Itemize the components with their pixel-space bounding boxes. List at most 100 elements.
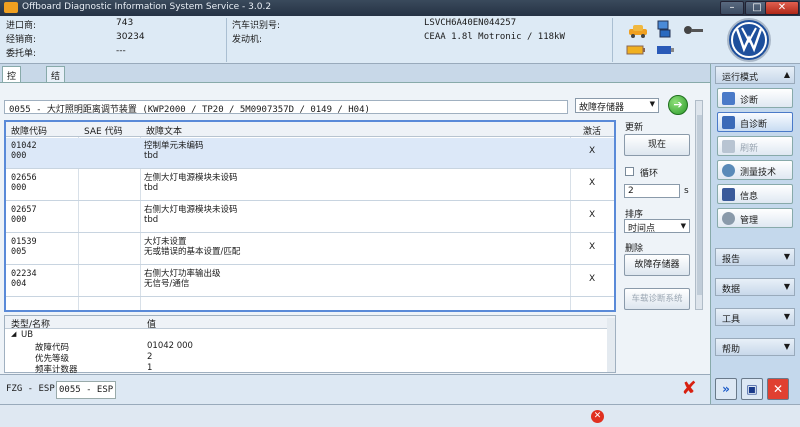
col-type-name[interactable]: 类型/名称 (11, 317, 50, 330)
memory-select[interactable]: 故障存储器 ▼ (575, 98, 659, 113)
sidebar-item-label: 诊断 (740, 96, 759, 106)
dealer-value: 30234 (116, 32, 145, 42)
exit-icon[interactable]: ✕ (767, 378, 789, 400)
sidebar-item-label: 测量技术 (740, 168, 777, 178)
sidebar-section-tools[interactable]: 工具 ▼ (715, 308, 795, 326)
delete-memory-button[interactable]: 故障存储器 (624, 254, 690, 276)
sidebar-item-label: 自诊断 (740, 120, 768, 130)
car-icon[interactable] (628, 24, 648, 41)
chevron-up-icon: ▲ (783, 70, 790, 79)
detail-scrollbar[interactable] (607, 318, 615, 372)
sidebar-item-admin[interactable]: 管理 (717, 208, 793, 228)
key-icon[interactable] (682, 22, 704, 41)
scrollbar-thumb[interactable] (697, 115, 702, 295)
gear-icon (722, 212, 735, 225)
vehicle-header: 进口商: 743 经销商: 30234 委托单: --- 汽车识别号: LSVC… (0, 16, 800, 64)
fault-table-header: 故障代码 SAE 代码 故障文本 激活 (6, 122, 614, 137)
sidebar-item-info[interactable]: 信息 (717, 184, 793, 204)
tab-results[interactable]: 结果 (46, 66, 66, 95)
col-sae-code[interactable]: SAE 代码 (84, 124, 123, 137)
sort-select[interactable]: 时间点 ▼ (624, 219, 690, 234)
vehicle-diagnostic-button[interactable]: 车载诊断系统 (624, 288, 690, 310)
section-label: 工具 (722, 315, 741, 325)
go-button[interactable]: ➔ (668, 95, 688, 115)
fault-subcode: 000 (11, 183, 27, 193)
fault-active: X (589, 242, 596, 252)
detail-value: 1 (147, 363, 153, 373)
cancel-x-icon[interactable]: ✘ (680, 380, 698, 398)
screenshot-icon[interactable]: ▣ (741, 378, 763, 400)
fault-subtext: tbd (144, 183, 159, 193)
detail-group[interactable]: ◢ UB (5, 330, 605, 341)
fault-active: X (589, 178, 596, 188)
fault-text: 左侧大灯电源模块未设码 (144, 173, 238, 183)
minimize-button[interactable]: – (720, 1, 744, 15)
sidebar-section-data[interactable]: 数据 ▼ (715, 278, 795, 296)
section-label: 帮助 (722, 345, 741, 355)
sidebar-run-mode[interactable]: 运行模式 ▲ (715, 66, 795, 84)
flash-icon (722, 140, 735, 153)
tab-control-unit[interactable]: 控制单元 (2, 66, 22, 121)
detail-value: 2 (147, 352, 153, 362)
sidebar-item-self-diagnosis[interactable]: 自诊断 (717, 112, 793, 132)
detail-value: 01042 000 (147, 341, 193, 351)
fault-row[interactable]: 01539 005 大灯未设置 无或错误的基本设置/匹配 X (6, 234, 614, 265)
fault-text: 右侧大灯电源模块未设码 (144, 205, 238, 215)
detail-row[interactable]: 故障代码 01042 000 (5, 341, 605, 353)
col-fault-code[interactable]: 故障代码 (11, 124, 47, 137)
refresh-label: 更新 (625, 123, 644, 133)
error-icon[interactable]: ✕ (591, 410, 604, 423)
header-divider (226, 18, 227, 62)
fault-row[interactable]: 02656 000 左侧大灯电源模块未设码 tbd X (6, 170, 614, 201)
battery-icon[interactable] (626, 44, 646, 59)
loop-checkbox[interactable] (625, 167, 634, 176)
usb-icon[interactable] (656, 44, 674, 59)
fault-subtext: 无或错误的基本设置/匹配 (144, 247, 241, 257)
bottom-bar: FZG - ESP 0055 - ESP (0, 374, 710, 404)
close-window-button[interactable]: ✕ (765, 1, 799, 15)
chevron-down-icon: ▼ (649, 100, 655, 108)
bottom-tab-fzg[interactable]: FZG - ESP (4, 381, 57, 399)
chevron-down-icon: ▼ (680, 222, 686, 230)
col-fault-text[interactable]: 故障文本 (146, 124, 182, 137)
fault-row[interactable]: 02657 000 右侧大灯电源模块未设码 tbd X (6, 202, 614, 233)
now-button[interactable]: 现在 (624, 134, 690, 156)
importer-value: 743 (116, 18, 134, 28)
fault-subcode: 000 (11, 151, 27, 161)
sidebar-item-measurement[interactable]: 测量技术 (717, 160, 793, 180)
chevron-down-icon: ▼ (783, 282, 790, 291)
expand-icon[interactable]: ◢ (11, 330, 16, 338)
network-icon[interactable] (656, 20, 672, 41)
fault-row[interactable]: 01042 000 控制单元未编码 tbd X (6, 138, 614, 169)
section-label: 数据 (722, 285, 741, 295)
sidebar-item-diagnosis[interactable]: 诊断 (717, 88, 793, 108)
self-diagnosis-icon (722, 116, 735, 129)
detail-row[interactable]: 频率计数器 1 (5, 363, 605, 375)
sidebar-section-help[interactable]: 帮助 ▼ (715, 338, 795, 356)
sidebar-item-flash[interactable]: 刷新 (717, 136, 793, 156)
info-icon (722, 188, 735, 201)
fault-subcode: 000 (11, 215, 27, 225)
bottom-tab-ecu[interactable]: 0055 - ESP (56, 381, 117, 399)
col-value[interactable]: 值 (147, 317, 156, 330)
main-scrollbar[interactable] (695, 100, 703, 310)
fault-text: 右侧大灯功率输出级 (144, 269, 221, 279)
fault-row[interactable]: 02234 004 右侧大灯功率输出级 无信号/通信 X (6, 266, 614, 297)
interval-input[interactable]: 2 (624, 184, 680, 198)
header-divider (612, 18, 613, 62)
sidebar-section-report[interactable]: 报告 ▼ (715, 248, 795, 266)
col-active[interactable]: 激活 (583, 124, 601, 137)
vw-logo-icon (722, 16, 776, 64)
fault-active: X (589, 146, 596, 156)
forward-icon[interactable]: » (715, 378, 737, 400)
title-bar: Offboard Diagnostic Information System S… (0, 0, 800, 16)
engine-value: CEAA 1.8l Motronic / 118kW (424, 32, 565, 42)
fault-active: X (589, 210, 596, 220)
memory-select-value: 故障存储器 (579, 103, 625, 113)
detail-table-header: 类型/名称 值 (5, 316, 615, 330)
detail-row[interactable]: 优先等级 2 (5, 352, 605, 364)
importer-label: 进口商: (6, 21, 37, 31)
chevron-down-icon: ▼ (783, 312, 790, 321)
sidebar-item-label: 管理 (740, 216, 759, 226)
interval-unit: s (684, 186, 689, 196)
